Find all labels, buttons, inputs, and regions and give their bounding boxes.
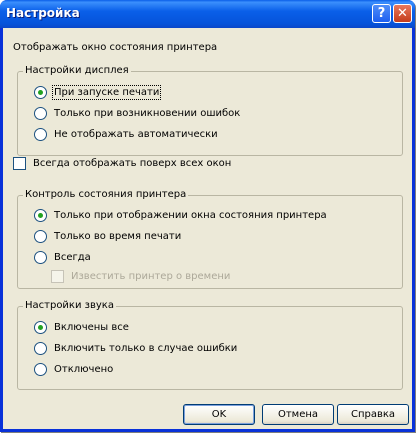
- title-bar[interactable]: Настройка ? ✕: [0, 0, 415, 28]
- window-title: Настройка: [6, 6, 80, 20]
- radio-only-status-window[interactable]: Только при отображении окна состояния пр…: [34, 209, 327, 222]
- radio-icon[interactable]: [34, 363, 47, 376]
- radio-on-print-start[interactable]: При запуске печати: [34, 85, 162, 100]
- header-label: Отображать окно состояния принтера: [13, 42, 218, 53]
- always-on-top-checkbox[interactable]: Всегда отображать поверх всех окон: [13, 157, 231, 170]
- radio-do-not-show[interactable]: Не отображать автоматически: [34, 128, 218, 141]
- radio-on-errors[interactable]: Только при возникновении ошибок: [34, 107, 240, 120]
- checkbox-icon[interactable]: [51, 270, 64, 283]
- radio-icon[interactable]: [34, 230, 47, 243]
- printer-monitoring-group: Контроль состояния принтера Только при о…: [17, 189, 403, 289]
- radio-sound-off[interactable]: Отключено: [34, 363, 113, 376]
- radio-sound-on-error[interactable]: Включить только в случае ошибки: [34, 342, 237, 355]
- radio-icon[interactable]: [34, 128, 47, 141]
- radio-icon[interactable]: [34, 251, 47, 264]
- radio-only-while-printing[interactable]: Только во время печати: [34, 230, 181, 243]
- radio-icon[interactable]: [34, 342, 47, 355]
- close-icon[interactable]: ✕: [393, 4, 412, 23]
- radio-icon[interactable]: [34, 107, 47, 120]
- radio-always[interactable]: Всегда: [34, 251, 91, 264]
- radio-icon[interactable]: [34, 209, 47, 222]
- dialog-body: Отображать окно состояния принтера Настр…: [3, 28, 412, 429]
- ok-button[interactable]: OK: [183, 404, 255, 425]
- cancel-button[interactable]: Отмена: [262, 404, 334, 425]
- display-settings-title: Настройки дисплея: [23, 65, 131, 76]
- radio-icon[interactable]: [34, 321, 47, 334]
- help-button[interactable]: Справка: [337, 404, 409, 425]
- display-settings-group: Настройки дисплея При запуске печати Тол…: [17, 65, 403, 156]
- radio-sound-all[interactable]: Включены все: [34, 321, 129, 334]
- radio-icon[interactable]: [34, 86, 47, 99]
- settings-dialog: Настройка ? ✕ Отображать окно состояния …: [0, 0, 415, 432]
- sound-settings-group: Настройки звука Включены все Включить то…: [17, 300, 403, 390]
- checkbox-icon[interactable]: [13, 157, 26, 170]
- help-icon[interactable]: ?: [372, 4, 391, 23]
- notify-printer-checkbox[interactable]: Известить принтер о времени: [51, 270, 230, 283]
- sound-settings-title: Настройки звука: [23, 300, 116, 311]
- printer-monitoring-title: Контроль состояния принтера: [23, 189, 189, 200]
